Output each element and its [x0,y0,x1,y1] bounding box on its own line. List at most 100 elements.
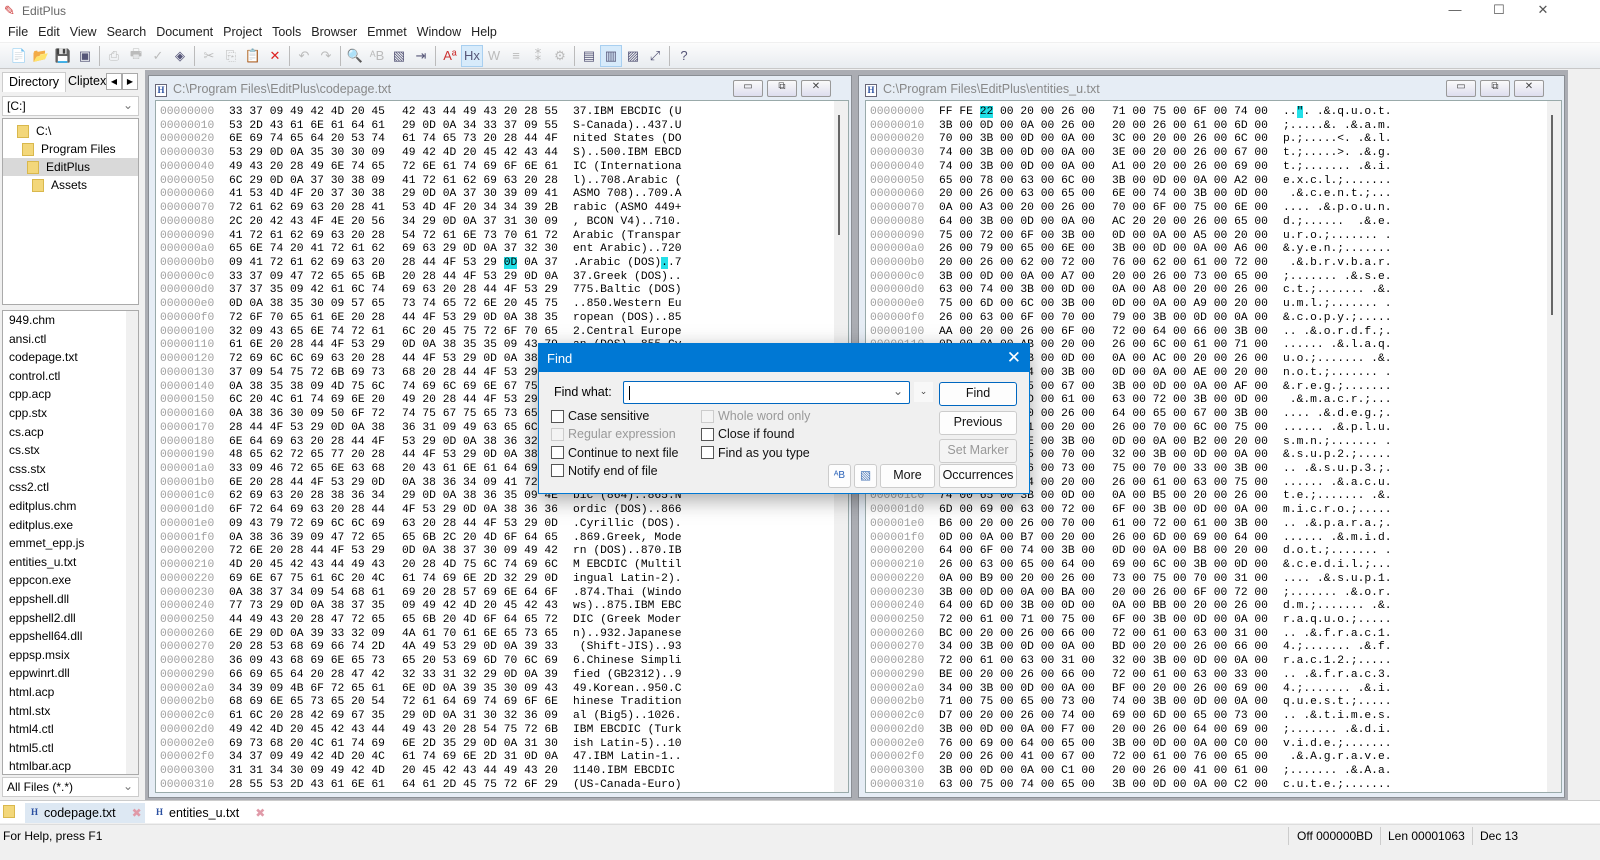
window-close-button[interactable]: ✕ [801,80,831,97]
window-restore-button[interactable]: ⧉ [767,80,797,97]
tree-item[interactable]: EditPlus [3,158,138,176]
checkbox-close-if-found[interactable]: Close if found [701,427,794,441]
minimize-button[interactable]: — [1440,2,1470,20]
file-list-item[interactable]: eppshell.dll [9,592,69,606]
document-tab-codepage[interactable]: Hcodepage.txt ✖ [25,803,145,823]
menu-tools[interactable]: Tools [268,22,307,42]
file-list-item[interactable]: cs.acp [9,425,44,439]
tab-scroll-left-button[interactable]: ◀ [106,73,122,90]
file-list-item[interactable]: css.stx [9,462,46,476]
file-list-item[interactable]: eppshell2.dll [9,611,76,625]
occurrences-button[interactable]: Occurrences [939,464,1017,488]
output-window-icon[interactable]: ▥ [600,44,622,67]
tab-scroll-right-button[interactable]: ▶ [122,73,138,90]
file-list-item[interactable]: eppwinrt.dll [9,666,70,680]
tree-item[interactable]: C:\ [3,122,138,140]
folder-icon[interactable] [3,805,15,818]
window-restore-button[interactable]: ⧉ [1480,80,1510,97]
checkbox-find-as-you-type[interactable]: Find as you type [701,446,810,460]
hex-view-icon[interactable]: Hx [461,44,483,67]
checkbox-whole-word-only[interactable]: Whole word only [701,409,810,423]
tab-cliptext[interactable]: Cliptex [62,72,108,92]
replace-icon[interactable]: ᴬB [366,45,388,67]
window-minimize-button[interactable]: ▭ [1446,80,1476,97]
file-list-item[interactable]: editplus.exe [9,518,73,532]
undo-icon[interactable]: ↶ [293,45,315,67]
spell-check-icon[interactable]: ✓ [147,45,169,67]
font-icon[interactable]: Aª [439,45,461,67]
menu-project[interactable]: Project [219,22,268,42]
file-list-item[interactable]: htmlbar.acp [9,759,71,773]
file-list-item[interactable]: eppsp.msix [9,648,70,662]
file-list-item[interactable]: html4.ctl [9,722,54,736]
find-dialog-close-button[interactable]: ✕ [1007,348,1021,368]
vertical-scrollbar[interactable] [1547,101,1561,792]
file-list-item[interactable]: 949.chm [9,313,55,327]
file-list-item[interactable]: cs.stx [9,443,40,457]
save-all-icon[interactable]: ▣ [74,45,96,67]
print-preview-icon[interactable]: ⎙ [103,45,125,67]
menu-emmet[interactable]: Emmet [363,22,413,42]
redo-icon[interactable]: ↷ [315,45,337,67]
file-list-item[interactable]: cpp.stx [9,406,47,420]
menu-file[interactable]: File [4,22,34,42]
previous-button[interactable]: Previous [939,411,1017,435]
line-number-icon[interactable]: ≡ [505,45,527,67]
copy-icon[interactable]: ⎘ [220,45,242,67]
context-help-icon[interactable]: ? [673,45,695,67]
scrollbar-thumb[interactable] [838,115,840,235]
find-button[interactable]: Find [939,382,1017,406]
menu-document[interactable]: Document [152,22,219,42]
document-tab-entities[interactable]: Hentities_u.txt ✖ [150,803,270,823]
scrollbar-thumb[interactable] [1551,115,1553,315]
file-list-item[interactable]: cpp.acp [9,387,51,401]
expand-options-icon[interactable]: ⌄ [914,382,933,402]
chevron-down-icon[interactable]: ⌄ [893,384,903,398]
file-filter-select[interactable]: All Files (*.*) ⌄ [2,777,139,797]
menu-search[interactable]: Search [103,22,153,42]
goto-line-icon[interactable]: ⇥ [410,45,432,67]
menu-help[interactable]: Help [467,22,503,42]
more-button[interactable]: More [880,464,935,488]
checkbox-regular-expression[interactable]: Regular expression [551,427,676,441]
find-what-input[interactable]: ⌄ [623,381,910,404]
maximize-button[interactable]: ☐ [1484,2,1514,20]
tree-item[interactable]: Program Files [3,140,138,158]
file-list-item[interactable]: html.stx [9,704,50,718]
file-list-item[interactable]: eppcon.exe [9,573,71,587]
replace-mode-icon[interactable]: ᴬB [828,464,851,488]
find-icon[interactable]: 🔍 [344,45,366,67]
close-tab-icon[interactable]: ✖ [132,806,142,820]
menu-browser[interactable]: Browser [307,22,363,42]
file-list-item[interactable]: control.ctl [9,369,60,383]
file-list-item[interactable]: css2.ctl [9,480,49,494]
checkbox-box[interactable] [551,464,564,478]
checkbox-continue-to-next-file[interactable]: Continue to next file [551,446,679,460]
tab-directory[interactable]: Directory [2,72,67,92]
checkbox-box[interactable] [701,427,714,441]
file-list-item[interactable]: entities_u.txt [9,555,76,569]
delete-icon[interactable]: ✕ [264,45,286,67]
save-icon[interactable]: 💾 [52,45,74,67]
close-tab-icon[interactable]: ✖ [255,806,265,820]
menu-window[interactable]: Window [413,22,467,42]
find-in-files-icon[interactable]: ▧ [854,464,877,488]
file-list-scrollbar[interactable] [126,311,138,774]
checkbox-case-sensitive[interactable]: Case sensitive [551,409,649,423]
cut-icon[interactable]: ✂ [198,45,220,67]
checkbox-box[interactable] [551,409,564,423]
window-close-button[interactable]: ✕ [1514,80,1544,97]
file-list-item[interactable]: html.acp [9,685,54,699]
set-marker-button[interactable]: Set Marker [939,439,1017,463]
window-minimize-button[interactable]: ▭ [733,80,763,97]
column-ruler-icon[interactable]: ⁑ [527,45,549,67]
checkbox-box[interactable] [701,446,714,460]
checkbox-box[interactable] [551,446,564,460]
checkbox-box[interactable] [551,427,564,441]
close-button[interactable]: ✕ [1528,2,1558,20]
find-in-files-icon[interactable]: ▧ [388,45,410,67]
file-list-item[interactable]: ansi.ctl [9,332,46,346]
drive-select[interactable]: [C:] ⌄ [2,96,139,116]
file-list-item[interactable]: codepage.txt [9,350,78,364]
word-wrap-icon[interactable]: W [483,45,505,67]
